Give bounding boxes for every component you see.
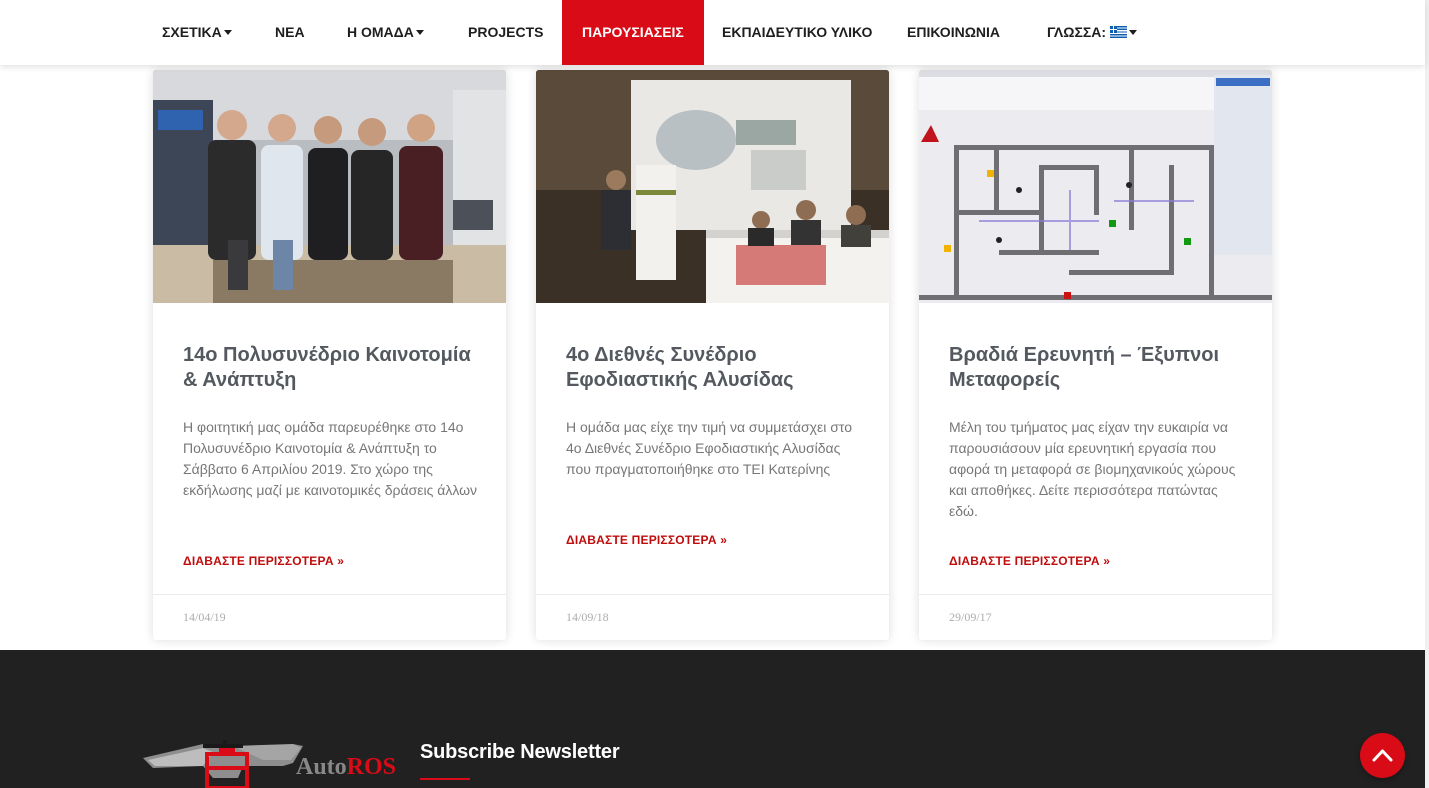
read-more-link[interactable]: ΔΙΑΒΑΣΤΕ ΠΕΡΙΣΣΟΤΕΡΑ » [183, 554, 344, 568]
nav-item-presentations[interactable]: ΠΑΡΟΥΣΙΑΣΕΙΣ [562, 0, 704, 65]
post-date: 29/09/17 [949, 610, 992, 624]
post-excerpt: Μέλη του τμήματος μας είχαν την ευκαιρία… [949, 419, 1236, 519]
nav-item-label: PROJECTS [468, 24, 544, 40]
language-label: ΓΛΩΣΣΑ: [1047, 24, 1107, 40]
caret-down-icon [223, 30, 232, 35]
post-image-conference-photo[interactable] [536, 70, 889, 303]
logo-text: AutoROS [296, 754, 396, 781]
post-meta: 14/09/18 [536, 594, 889, 640]
nav-item-educational-material[interactable]: ΕΚΠΑΙΔΕΥΤΙΚΟ ΥΛΙΚΟ [722, 0, 872, 65]
post-card: 14ο Πολυσυνέδριο Καινοτομία & Ανάπτυξη Η… [153, 70, 506, 640]
nav-item-about[interactable]: ΣΧΕΤΙΚΑ [162, 0, 232, 65]
post-date: 14/04/19 [183, 610, 226, 624]
page-scrollbar[interactable] [1425, 0, 1429, 788]
post-excerpt: Η ομάδα μας είχε την τιμή να συμμετάσχει… [566, 419, 853, 477]
nav-item-label: ΠΑΡΟΥΣΙΑΣΕΙΣ [582, 24, 684, 40]
logo-text-ros: ROS [346, 754, 397, 780]
nav-item-label: ΣΧΕΤΙΚΑ [162, 24, 222, 40]
scroll-to-top-button[interactable] [1360, 733, 1405, 778]
post-meta: 29/09/17 [919, 594, 1272, 640]
title-underline [420, 778, 470, 780]
logo-text-auto: Auto [296, 754, 347, 780]
read-more-link[interactable]: ΔΙΑΒΑΣΤΕ ΠΕΡΙΣΣΟΤΕΡΑ » [949, 554, 1110, 568]
greek-flag-icon [1110, 26, 1128, 38]
post-card: Βραδιά Ερευνητή – Έξυπνοι Μεταφορείς Μέλ… [919, 70, 1272, 640]
post-card: 4ο Διεθνές Συνέδριο Εφοδιαστικής Αλυσίδα… [536, 70, 889, 640]
main-navbar: ΣΧΕΤΙΚΑ ΝΕΑ Η ΟΜΑΔΑ PROJECTS ΠΑΡΟΥΣΙΑΣΕΙ… [0, 0, 1425, 65]
newsletter-title: Subscribe Newsletter [420, 741, 620, 763]
nav-item-label: ΝΕΑ [275, 24, 305, 40]
nav-item-projects[interactable]: PROJECTS [468, 0, 543, 65]
post-title[interactable]: Βραδιά Ερευνητή – Έξυπνοι Μεταφορείς [949, 343, 1249, 393]
post-meta: 14/04/19 [153, 594, 506, 640]
language-selector[interactable]: ΓΛΩΣΣΑ: [1047, 0, 1138, 65]
post-image-simulation-screenshot[interactable] [919, 70, 1272, 303]
post-excerpt: Η φοιτητική μας ομάδα παρευρέθηκε στο 14… [183, 419, 478, 498]
nav-item-label: Η ΟΜΑΔΑ [347, 24, 414, 40]
post-image-team-photo[interactable] [153, 70, 506, 303]
caret-down-icon [415, 30, 424, 35]
post-title[interactable]: 14ο Πολυσυνέδριο Καινοτομία & Ανάπτυξη [183, 343, 483, 393]
nav-item-label: ΕΚΠΑΙΔΕΥΤΙΚΟ ΥΛΙΚΟ [722, 24, 873, 40]
post-title[interactable]: 4ο Διεθνές Συνέδριο Εφοδιαστικής Αλυσίδα… [566, 343, 866, 393]
caret-down-icon [1129, 30, 1138, 35]
nav-item-team[interactable]: Η ΟΜΑΔΑ [347, 0, 424, 65]
read-more-link[interactable]: ΔΙΑΒΑΣΤΕ ΠΕΡΙΣΣΟΤΕΡΑ » [566, 533, 727, 547]
site-footer: AutoROS Subscribe Newsletter [0, 650, 1425, 788]
nav-item-contact[interactable]: ΕΠΙΚΟΙΝΩΝΙΑ [907, 0, 1000, 65]
nav-item-label: ΕΠΙΚΟΙΝΩΝΙΑ [907, 24, 1001, 40]
post-date: 14/09/18 [566, 610, 609, 624]
chevron-up-icon [1372, 749, 1393, 762]
nav-item-news[interactable]: ΝΕΑ [275, 0, 305, 65]
